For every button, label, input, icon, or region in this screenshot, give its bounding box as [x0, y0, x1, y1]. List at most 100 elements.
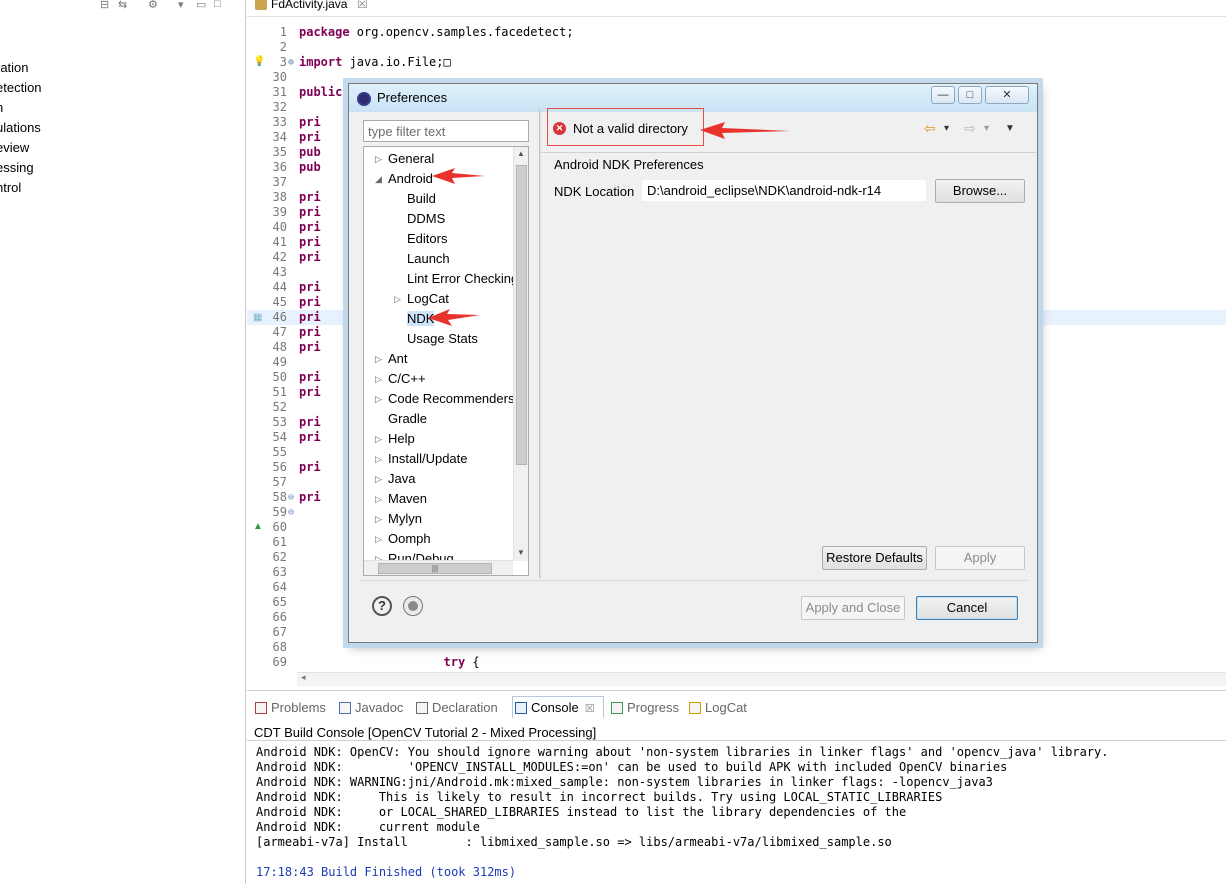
- minimize-button[interactable]: —: [931, 86, 955, 104]
- eclipse-icon: [357, 92, 371, 106]
- keyword: pri: [299, 325, 321, 339]
- tree-item[interactable]: essing: [0, 159, 42, 179]
- tab-progress[interactable]: Progress: [609, 697, 679, 719]
- expand-arrow-icon[interactable]: ▷: [375, 469, 382, 489]
- expand-arrow-icon[interactable]: ▷: [375, 529, 382, 549]
- expand-arrow-icon[interactable]: ▷: [375, 509, 382, 529]
- code-text: pri: [299, 385, 321, 400]
- apply-and-close-button[interactable]: Apply and Close: [801, 596, 905, 620]
- record-macro-icon[interactable]: [403, 596, 423, 616]
- scroll-thumb[interactable]: [516, 165, 527, 465]
- line-number: 51: [272, 385, 287, 399]
- expand-arrow-icon[interactable]: ▷: [375, 149, 382, 169]
- tree-node-gradle[interactable]: Gradle: [388, 409, 427, 429]
- keyword: pri: [299, 370, 321, 384]
- link-editor-icon[interactable]: ⇆: [118, 0, 127, 11]
- expand-arrow-icon[interactable]: ▷: [375, 389, 382, 409]
- back-menu-icon[interactable]: ▾: [944, 123, 949, 134]
- bottom-view-tabs: Problems Javadoc Declaration Console ☒ Progre…: [247, 696, 1226, 719]
- minimize-view-icon[interactable]: ▭: [196, 0, 206, 11]
- tree-node-general[interactable]: ▷ General: [375, 149, 434, 169]
- expand-arrow-icon[interactable]: ▷: [375, 349, 382, 369]
- tree-node-label: NDK: [407, 311, 435, 326]
- console-output[interactable]: Android NDK: OpenCV: You should ignore w…: [247, 740, 1226, 885]
- editor-horizontal-scrollbar[interactable]: ◂: [297, 672, 1226, 686]
- tree-node-help[interactable]: ▷ Help: [375, 429, 415, 449]
- tree-node-label: Oomph: [388, 531, 431, 546]
- expand-arrow-icon[interactable]: ▷: [394, 289, 401, 309]
- scroll-left-icon[interactable]: ◂: [301, 672, 306, 683]
- tab-problems[interactable]: Problems: [253, 697, 326, 719]
- expand-arrow-icon[interactable]: ▷: [375, 429, 382, 449]
- line-number: 36: [272, 160, 287, 174]
- code-line[interactable]: 69 try {: [247, 655, 1226, 670]
- tree-item[interactable]: eview: [0, 139, 42, 159]
- tree-node-lint-error-checking[interactable]: Lint Error Checking: [407, 269, 518, 289]
- filter-icon[interactable]: ⚙: [148, 0, 158, 11]
- expand-fold-icon[interactable]: ⊕: [288, 55, 298, 70]
- forward-menu-icon[interactable]: ▾: [984, 123, 989, 134]
- collapse-arrow-icon[interactable]: ◢: [375, 169, 382, 189]
- tree-node-build[interactable]: Build: [407, 189, 436, 209]
- scroll-down-icon[interactable]: ▼: [517, 548, 525, 557]
- tree-item[interactable]: n: [0, 99, 42, 119]
- forward-arrow-icon[interactable]: ⇨: [964, 120, 976, 137]
- filter-input[interactable]: [363, 120, 529, 142]
- tree-node-install-update[interactable]: ▷ Install/Update: [375, 449, 468, 469]
- tree-node-code-recommenders[interactable]: ▷ Code Recommenders: [375, 389, 514, 409]
- tree-item[interactable]: etection: [0, 79, 42, 99]
- back-arrow-icon[interactable]: ⇦: [924, 120, 936, 137]
- tree-item[interactable]: ulations: [0, 119, 42, 139]
- code-line[interactable]: 3 ⊕ import java.io.File;□: [247, 55, 1226, 70]
- editor-tab-fdactivity[interactable]: FdActivity.java ☒: [253, 0, 374, 12]
- scroll-thumb[interactable]: |||: [378, 563, 492, 574]
- browse-button[interactable]: Browse...: [935, 179, 1025, 203]
- tab-logcat[interactable]: LogCat: [687, 697, 747, 719]
- close-button[interactable]: ✕: [985, 86, 1029, 104]
- close-icon[interactable]: ☒: [585, 703, 595, 715]
- apply-button[interactable]: Apply: [935, 546, 1025, 570]
- tree-node-c-c-[interactable]: ▷ C/C++: [375, 369, 426, 389]
- tree-item[interactable]: ration: [0, 59, 42, 79]
- editor-tab-label: FdActivity.java: [271, 0, 348, 11]
- tree-node-ddms[interactable]: DDMS: [407, 209, 445, 229]
- tab-javadoc[interactable]: Javadoc: [337, 697, 403, 719]
- tree-node-logcat[interactable]: ▷ LogCat: [394, 289, 449, 309]
- tab-console[interactable]: Console ☒: [512, 696, 604, 718]
- tree-vertical-scrollbar[interactable]: ▲ ▼: [513, 147, 528, 561]
- expand-arrow-icon[interactable]: ▷: [375, 369, 382, 389]
- tree-node-oomph[interactable]: ▷ Oomph: [375, 529, 431, 549]
- tab-declaration[interactable]: Declaration: [414, 697, 498, 719]
- tree-node-usage-stats[interactable]: Usage Stats: [407, 329, 478, 349]
- expand-arrow-icon[interactable]: ▷: [375, 489, 382, 509]
- close-icon[interactable]: ☒: [357, 0, 368, 11]
- tree-node-mylyn[interactable]: ▷ Mylyn: [375, 509, 422, 529]
- tree-node-java[interactable]: ▷ Java: [375, 469, 415, 489]
- ndk-location-field[interactable]: [642, 180, 926, 201]
- code-line[interactable]: 1 package org.opencv.samples.facedetect;: [247, 25, 1226, 40]
- view-menu-icon[interactable]: ▼: [1005, 123, 1015, 134]
- expand-arrow-icon[interactable]: ▷: [375, 449, 382, 469]
- collapse-all-icon[interactable]: ⊟: [100, 0, 109, 11]
- tree-horizontal-scrollbar[interactable]: |||: [364, 560, 513, 575]
- maximize-button[interactable]: □: [958, 86, 982, 104]
- help-icon[interactable]: ?: [372, 596, 392, 616]
- code-line[interactable]: 2: [247, 40, 1226, 55]
- collapse-fold-icon[interactable]: ⊖: [288, 505, 298, 520]
- tree-item[interactable]: ntrol: [0, 179, 42, 199]
- tree-node-launch[interactable]: Launch: [407, 249, 450, 269]
- tree-node-android[interactable]: ◢ Android: [375, 169, 433, 189]
- tree-node-ant[interactable]: ▷ Ant: [375, 349, 408, 369]
- maximize-view-icon[interactable]: □: [214, 0, 221, 10]
- cancel-button[interactable]: Cancel: [916, 596, 1018, 620]
- line-number: 41: [272, 235, 287, 249]
- tree-node-editors[interactable]: Editors: [407, 229, 447, 249]
- restore-defaults-button[interactable]: Restore Defaults: [822, 546, 927, 570]
- tree-node-ndk[interactable]: NDK: [407, 309, 435, 329]
- view-menu-icon[interactable]: ▾: [178, 0, 184, 11]
- tree-node-maven[interactable]: ▷ Maven: [375, 489, 427, 509]
- preferences-tree[interactable]: ▷ General ◢ Android Build DDMS Editors Launch Li…: [363, 146, 529, 576]
- scroll-up-icon[interactable]: ▲: [517, 149, 525, 158]
- tab-label: LogCat: [705, 700, 747, 715]
- collapse-fold-icon[interactable]: ⊖: [288, 490, 298, 505]
